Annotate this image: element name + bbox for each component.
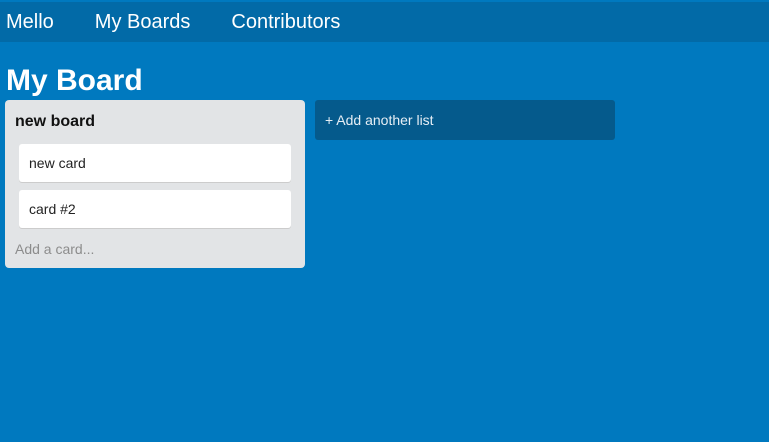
list-title[interactable]: new board xyxy=(15,112,95,132)
add-another-list-button[interactable]: + Add another list xyxy=(315,100,615,140)
nav-contributors-link[interactable]: Contributors xyxy=(231,2,340,42)
top-nav-bar: Mello My Boards Contributors xyxy=(0,2,769,42)
add-card-button[interactable]: Add a card... xyxy=(15,240,94,258)
card-item[interactable]: new card xyxy=(19,144,291,182)
nav-brand-link[interactable]: Mello xyxy=(6,2,54,42)
card-item[interactable]: card #2 xyxy=(19,190,291,228)
nav-my-boards-link[interactable]: My Boards xyxy=(95,2,191,42)
board-title: My Board xyxy=(6,64,143,97)
list-column: new board new card card #2 Add a card... xyxy=(5,100,305,268)
